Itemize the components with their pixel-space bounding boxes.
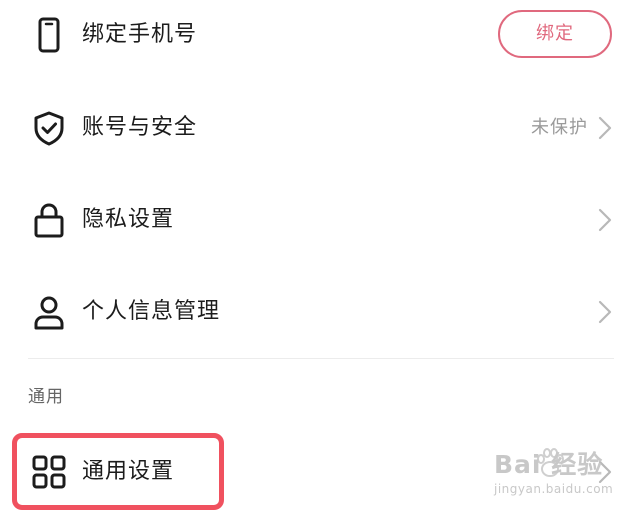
baidu-watermark: Bai 经验 jingyan.baidu.com: [494, 450, 613, 496]
privacy-settings-row[interactable]: 隐私设置: [0, 180, 642, 272]
section-title-general: 通用: [28, 387, 64, 407]
highlight-box: [12, 433, 224, 510]
shield-check-icon: [30, 109, 68, 147]
person-icon: [30, 293, 68, 331]
lock-icon: [30, 201, 68, 239]
chevron-right-icon: [598, 116, 612, 140]
watermark-brand: Bai 经验: [494, 450, 604, 479]
bind-phone-label: 绑定手机号: [82, 22, 198, 47]
section-divider: [28, 358, 614, 359]
account-security-row[interactable]: 账号与安全 未保护: [0, 88, 642, 180]
account-security-label: 账号与安全: [82, 115, 198, 140]
protection-status: 未保护: [531, 117, 588, 138]
chevron-right-icon: [598, 208, 612, 232]
personal-info-row[interactable]: 个人信息管理: [0, 272, 642, 364]
watermark-url: jingyan.baidu.com: [494, 482, 614, 496]
privacy-settings-label: 隐私设置: [82, 207, 175, 232]
bind-button[interactable]: 绑定: [498, 10, 612, 58]
bind-phone-row[interactable]: 绑定手机号 绑定: [0, 0, 642, 92]
personal-info-label: 个人信息管理: [82, 299, 221, 324]
phone-icon: [30, 16, 68, 54]
chevron-right-icon: [598, 300, 612, 324]
